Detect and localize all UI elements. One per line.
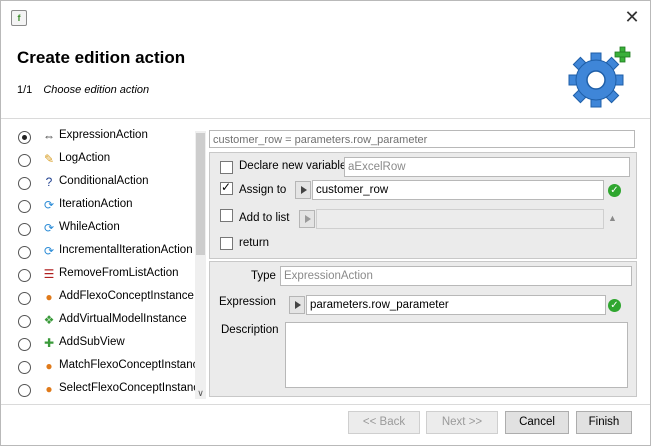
- action-radio[interactable]: [18, 292, 31, 305]
- action-label: RemoveFromListAction: [59, 267, 179, 279]
- cancel-button[interactable]: Cancel: [505, 411, 569, 434]
- action-label: ExpressionAction: [59, 129, 148, 141]
- action-list-item[interactable]: ☰ RemoveFromListAction: [11, 265, 207, 287]
- close-icon[interactable]: ✕: [621, 6, 643, 28]
- action-label: IncrementalIterationAction: [59, 244, 193, 256]
- action-list-item[interactable]: ⟳ WhileAction: [11, 219, 207, 241]
- action-label: IterationAction: [59, 198, 133, 210]
- action-radio[interactable]: [18, 338, 31, 351]
- action-radio[interactable]: [18, 200, 31, 213]
- add-to-list-input[interactable]: [316, 209, 604, 229]
- action-list-item[interactable]: ❖ AddVirtualModelInstance: [11, 311, 207, 333]
- action-list-scrollbar[interactable]: ∨: [195, 131, 206, 399]
- return-checkbox[interactable]: [220, 237, 233, 250]
- question-icon: ?: [45, 175, 53, 189]
- assign-to-binding-button[interactable]: [295, 181, 311, 199]
- action-label: AddVirtualModelInstance: [59, 313, 187, 325]
- action-radio[interactable]: [18, 361, 31, 374]
- assignment-panel: Declare new variable aExcelRow Assign to…: [209, 152, 637, 259]
- action-radio[interactable]: [18, 154, 31, 167]
- valid-check-icon: ✓: [608, 299, 621, 312]
- return-label: return: [239, 237, 270, 249]
- action-label: MatchFlexoConceptInstance: [59, 359, 205, 371]
- add-to-list-binding-button[interactable]: [299, 210, 315, 228]
- expression-binding-button[interactable]: [289, 296, 305, 314]
- action-list-item[interactable]: ● MatchFlexoConceptInstance: [11, 357, 207, 379]
- action-list-item[interactable]: ⟳ IncrementalIterationAction: [11, 242, 207, 264]
- lock-icon: ▲: [608, 213, 617, 223]
- declare-variable-label: Declare new variable: [239, 160, 347, 172]
- action-list-item[interactable]: ⟳ IterationAction: [11, 196, 207, 218]
- declare-variable-checkbox[interactable]: [220, 161, 233, 174]
- type-input[interactable]: ExpressionAction: [280, 266, 632, 286]
- action-list-item[interactable]: ● AddFlexoConceptInstance: [11, 288, 207, 310]
- expression-label: Expression: [219, 296, 276, 308]
- app-icon: f: [11, 10, 27, 26]
- action-label: ConditionalAction: [59, 175, 149, 187]
- type-label: Type: [251, 270, 276, 282]
- variable-name-input[interactable]: aExcelRow: [344, 157, 630, 177]
- add-to-list-checkbox[interactable]: [220, 209, 233, 222]
- loop-icon: ⟳: [43, 221, 55, 235]
- loop-icon: ⟳: [43, 198, 55, 212]
- subview-add-icon: ✚: [43, 336, 55, 350]
- assign-to-checkbox[interactable]: [220, 180, 233, 195]
- header-divider: [1, 118, 650, 119]
- pencil-icon: ✎: [43, 152, 55, 166]
- action-radio[interactable]: [18, 177, 31, 190]
- action-label: AddFlexoConceptInstance: [59, 290, 194, 302]
- chevron-down-icon[interactable]: ∨: [195, 387, 206, 399]
- finish-button[interactable]: Finish: [576, 411, 632, 434]
- back-button[interactable]: << Back: [348, 411, 420, 434]
- step-label: Choose edition action: [43, 84, 150, 96]
- add-to-list-label: Add to list: [239, 212, 290, 224]
- action-type-list: ⇔ ExpressionAction ✎ LogAction? ConditionalA…: [11, 127, 207, 403]
- expression-summary-field[interactable]: customer_row = parameters.row_parameter: [209, 130, 635, 148]
- action-radio[interactable]: [18, 384, 31, 397]
- step-indicator: 1/1 Choose edition action: [17, 84, 149, 96]
- dialog-title: Create edition action: [17, 48, 186, 67]
- step-index: 1/1: [17, 84, 33, 96]
- properties-panel: Type ExpressionAction Expression paramet…: [209, 261, 637, 397]
- concept-match-icon: ●: [45, 359, 53, 373]
- assign-to-input[interactable]: customer_row: [312, 180, 604, 200]
- action-label: WhileAction: [59, 221, 120, 233]
- action-list-item[interactable]: ● SelectFlexoConceptInstance: [11, 380, 207, 402]
- assign-to-label: Assign to: [239, 184, 287, 196]
- valid-check-icon: ✓: [608, 184, 621, 197]
- action-radio[interactable]: [18, 246, 31, 259]
- action-label: AddSubView: [59, 336, 125, 348]
- gear-plus-icon: [568, 46, 631, 108]
- action-radio[interactable]: [18, 223, 31, 236]
- action-list-item[interactable]: ⇔ ExpressionAction: [11, 127, 207, 149]
- action-label: LogAction: [59, 152, 111, 164]
- model-add-icon: ❖: [43, 313, 55, 327]
- concept-select-icon: ●: [45, 382, 53, 396]
- action-radio[interactable]: [18, 269, 31, 282]
- description-textarea[interactable]: [285, 322, 628, 388]
- scroll-thumb[interactable]: [196, 133, 205, 255]
- action-label: SelectFlexoConceptInstance: [59, 382, 206, 394]
- action-list-item[interactable]: ✚ AddSubView: [11, 334, 207, 356]
- dialog-window: f ✕ Create edition action 1/1 Choose edi…: [0, 0, 651, 446]
- action-list-item[interactable]: ✎ LogAction: [11, 150, 207, 172]
- action-radio[interactable]: [18, 131, 31, 144]
- action-radio[interactable]: [18, 315, 31, 328]
- list-remove-icon: ☰: [43, 267, 55, 281]
- loop-icon: ⟳: [43, 244, 55, 258]
- footer-divider: [1, 404, 650, 405]
- description-label: Description: [221, 324, 279, 336]
- next-button[interactable]: Next >>: [426, 411, 498, 434]
- action-list-item[interactable]: ? ConditionalAction: [11, 173, 207, 195]
- expression-input[interactable]: parameters.row_parameter: [306, 295, 606, 315]
- expression-icon: ⇔: [43, 129, 55, 143]
- concept-add-icon: ●: [45, 290, 53, 304]
